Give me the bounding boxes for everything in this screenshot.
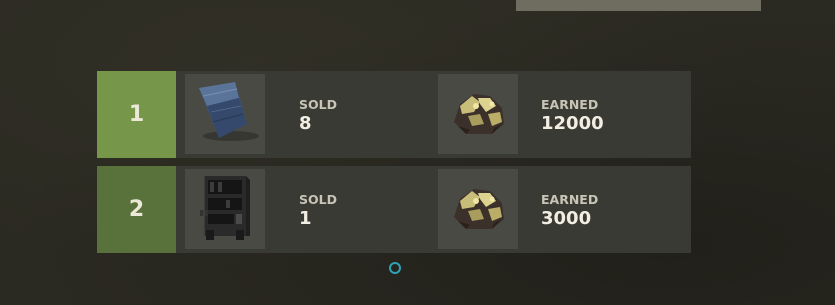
sold-label: SOLD: [299, 192, 337, 207]
rank-badge: 1: [97, 71, 176, 158]
sold-stat: SOLD 1: [299, 192, 337, 231]
earned-value: 3000: [541, 208, 592, 229]
earned-label: EARNED: [541, 192, 599, 207]
sulfur-ore-icon: [446, 82, 510, 146]
sold-label: SOLD: [299, 97, 337, 112]
sold-value: 1: [299, 208, 312, 229]
leaderboard-row: 1 SOLD 8 EARNED 12000: [97, 71, 691, 158]
sulfur-ore-icon: [446, 177, 510, 241]
earned-value: 12000: [541, 113, 604, 134]
sold-value: 8: [299, 113, 312, 134]
earned-item-slot: [438, 169, 518, 249]
top-panel: [516, 0, 761, 11]
page-indicator-dot[interactable]: [389, 262, 401, 274]
leaderboard-row: 2 SOLD 1 EARNED 3000: [97, 166, 691, 253]
sold-stat: SOLD 8: [299, 97, 337, 136]
earned-stat: EARNED 12000: [541, 97, 604, 136]
leaderboard-list: 1 SOLD 8 EARNED 12000 2 SOLD 1 EARNED 30…: [97, 71, 691, 261]
earned-item-slot: [438, 74, 518, 154]
tarp-icon: [189, 76, 261, 152]
sold-item-slot: [185, 74, 265, 154]
sold-item-slot: [185, 169, 265, 249]
vending-machine-icon: [190, 170, 260, 248]
earned-stat: EARNED 3000: [541, 192, 598, 231]
rank-badge: 2: [97, 166, 176, 253]
earned-label: EARNED: [541, 97, 599, 112]
